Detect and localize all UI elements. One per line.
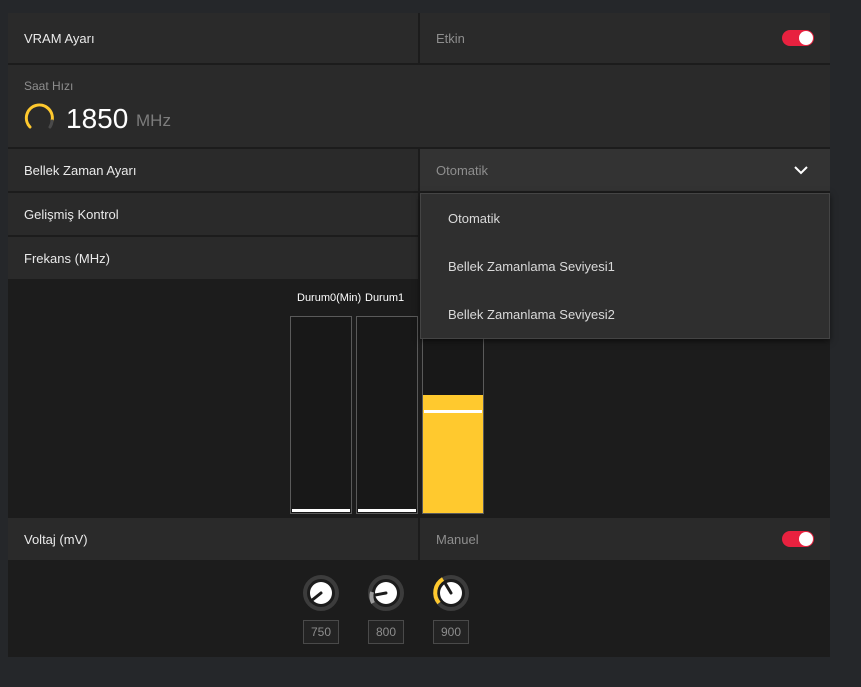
voltage-value-2[interactable]: 900 — [433, 620, 469, 644]
dropdown-option-auto[interactable]: Otomatik — [448, 211, 500, 226]
clock-label: Saat Hızı — [24, 79, 74, 93]
voltage-knob-0[interactable] — [302, 574, 340, 612]
frequency-state-bar-1[interactable] — [356, 316, 418, 514]
knob-dial-icon — [368, 575, 404, 611]
frequency-state-bar-0[interactable] — [290, 316, 352, 514]
clock-unit: MHz — [136, 111, 171, 130]
frequency-row: Frekans (MHz) — [8, 237, 418, 279]
frequency-state-bar-2[interactable] — [422, 316, 484, 514]
dropdown-option-level1[interactable]: Bellek Zamanlama Seviyesi1 — [448, 259, 615, 274]
clock-row: Saat Hızı 1850 MHz — [8, 65, 830, 147]
advanced-control-row: Gelişmiş Kontrol — [8, 193, 418, 235]
voltage-row: Voltaj (mV) — [8, 518, 418, 560]
bar-handle[interactable] — [358, 509, 416, 512]
voltage-mode-row: Manuel — [420, 518, 830, 560]
memory-timing-select[interactable]: Otomatik — [420, 149, 830, 191]
voltage-knob-1[interactable] — [367, 574, 405, 612]
voltage-mode-label: Manuel — [436, 532, 479, 547]
voltage-label: Voltaj (mV) — [24, 532, 88, 547]
voltage-value-1[interactable]: 800 — [368, 620, 404, 644]
dropdown-option-level2[interactable]: Bellek Zamanlama Seviyesi2 — [448, 307, 615, 322]
toggle-knob — [799, 31, 813, 45]
bar-handle[interactable] — [424, 410, 482, 413]
vram-row: VRAM Ayarı — [8, 13, 418, 63]
frequency-label: Frekans (MHz) — [24, 251, 110, 266]
vram-label: VRAM Ayarı — [24, 31, 95, 46]
memory-timing-row: Bellek Zaman Ayarı — [8, 149, 418, 191]
vram-toggle[interactable] — [782, 30, 814, 46]
memory-timing-dropdown-menu: Otomatik Bellek Zamanlama Seviyesi1 Bell… — [420, 193, 830, 339]
chevron-down-icon — [794, 166, 808, 175]
voltage-value-0[interactable]: 750 — [303, 620, 339, 644]
memory-timing-label: Bellek Zaman Ayarı — [24, 163, 137, 178]
knob-dial-icon — [303, 575, 339, 611]
voltage-knob-2[interactable] — [432, 574, 470, 612]
clock-value: 1850 — [66, 103, 129, 134]
bar-handle[interactable] — [292, 509, 350, 512]
vram-state-row: Etkin — [420, 13, 830, 63]
clock-gauge-icon — [24, 103, 54, 129]
toggle-knob — [799, 532, 813, 546]
state-label-0: Durum0(Min) — [297, 292, 362, 304]
knob-dial-icon — [433, 575, 469, 611]
voltage-manual-toggle[interactable] — [782, 531, 814, 547]
advanced-control-label: Gelişmiş Kontrol — [24, 207, 119, 222]
state-label-1: Durum1 — [365, 292, 405, 304]
vram-state-label: Etkin — [436, 31, 465, 46]
memory-timing-selected: Otomatik — [436, 163, 489, 178]
